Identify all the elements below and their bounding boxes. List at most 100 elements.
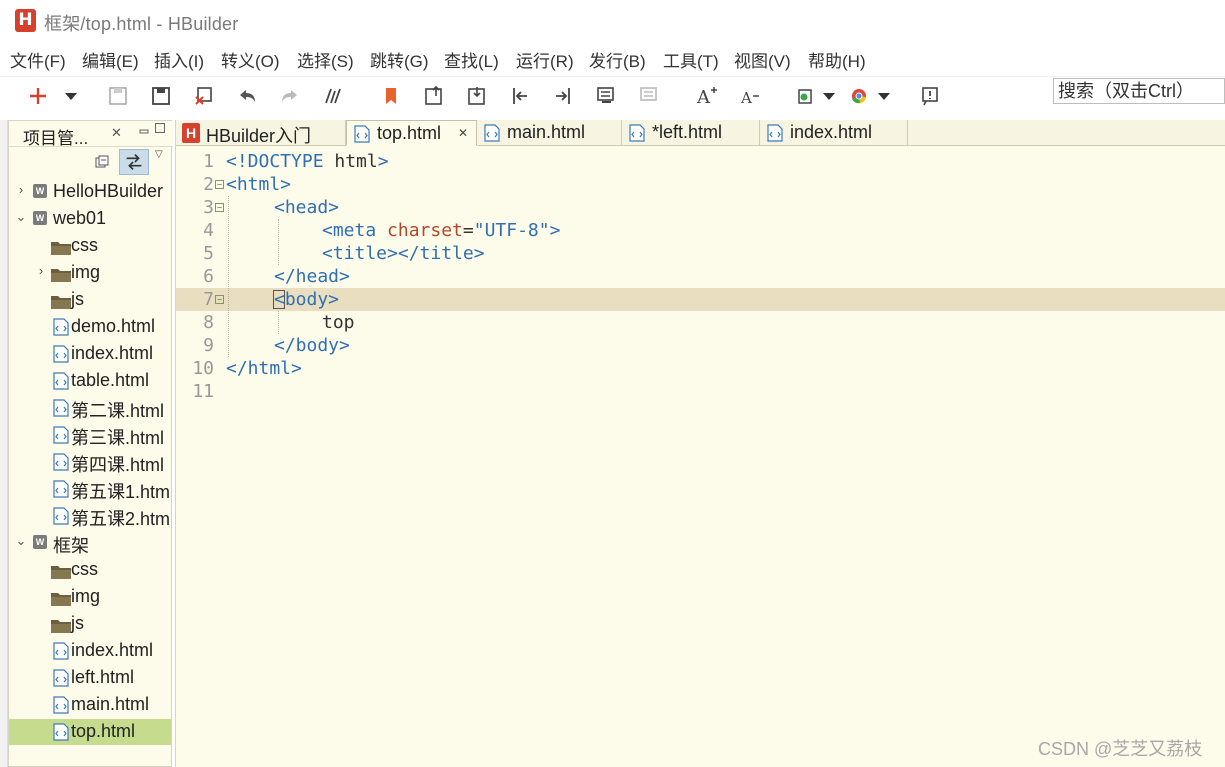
tree-project-item[interactable]: ⌄ W 框架 (9, 530, 171, 556)
menu-insert[interactable]: 插入(I) (154, 47, 204, 72)
menu-file[interactable]: 文件(F) (10, 47, 66, 72)
tree-folder-item[interactable]: css (9, 557, 171, 583)
browser-dropdown-icon[interactable] (873, 85, 895, 107)
close-file-icon[interactable] (193, 85, 215, 107)
web-project-icon: W (33, 184, 47, 198)
code-token: </body> (274, 335, 350, 356)
tree-file-item[interactable]: main.html (9, 692, 171, 718)
html-file-icon (484, 124, 500, 142)
menu-view[interactable]: 视图(V) (734, 47, 791, 72)
run-icon[interactable] (796, 85, 818, 107)
menu-help[interactable]: 帮助(H) (808, 47, 866, 72)
menu-escape[interactable]: 转义(O) (221, 47, 280, 72)
tree-item-label: js (71, 613, 84, 633)
code-area[interactable]: 1 <!DOCTYPE html> 2− <html> 3− <head> 4 <meta c… (176, 146, 1225, 767)
code-line[interactable]: 1 <!DOCTYPE html> (176, 150, 1225, 173)
tree-file-item[interactable]: 第五课2.html (9, 503, 171, 529)
fold-toggle-icon[interactable]: − (215, 180, 224, 189)
code-line[interactable]: 9 </body> (176, 334, 1225, 357)
menu-find[interactable]: 查找(L) (444, 47, 499, 72)
code-line[interactable]: 6 </head> (176, 265, 1225, 288)
tree-file-item[interactable]: demo.html (9, 314, 171, 340)
expand-arrow-icon[interactable]: › (35, 263, 47, 278)
close-icon[interactable]: ✕ (111, 125, 122, 141)
code-token: html (334, 151, 378, 172)
menu-run[interactable]: 运行(R) (516, 47, 574, 72)
undo-icon[interactable] (236, 85, 258, 107)
view-menu-icon[interactable]: ▽ (155, 149, 163, 160)
tree-file-item[interactable]: 第三课.html (9, 422, 171, 448)
indent-guide (278, 311, 279, 334)
format-icon[interactable] (322, 85, 344, 107)
code-line[interactable]: 4 <meta charset="UTF-8"> (176, 219, 1225, 242)
next-edit-icon[interactable] (552, 85, 574, 107)
run-dropdown-icon[interactable] (818, 85, 840, 107)
comment-icon[interactable] (595, 85, 617, 107)
tree-file-item[interactable]: table.html (9, 368, 171, 394)
save-icon[interactable] (107, 85, 129, 107)
code-text: <meta charset="UTF-8"> (322, 219, 560, 242)
prev-edit-icon[interactable] (509, 85, 531, 107)
fold-toggle-icon[interactable]: − (215, 203, 224, 212)
increase-font-icon[interactable]: A (696, 85, 718, 107)
menu-edit[interactable]: 编辑(E) (82, 47, 139, 72)
menu-select[interactable]: 选择(S) (297, 47, 354, 72)
search-input[interactable]: 搜索（双击Ctrl） (1053, 78, 1225, 104)
tree-folder-item[interactable]: js (9, 611, 171, 637)
browser-icon[interactable] (848, 85, 870, 107)
save-all-icon[interactable] (150, 85, 172, 107)
tab-index-html[interactable]: index.html (760, 120, 908, 146)
window-title: 框架/top.html - HBuilder (44, 14, 239, 34)
tree-file-item[interactable]: left.html (9, 665, 171, 691)
go-forward-icon[interactable] (466, 85, 488, 107)
menu-goto[interactable]: 跳转(G) (370, 47, 429, 72)
tab-main-html[interactable]: main.html (477, 120, 622, 146)
tree-item-label: web01 (53, 208, 107, 228)
redo-icon[interactable] (279, 85, 301, 107)
tree-folder-item[interactable]: › img (9, 260, 171, 286)
menu-publish[interactable]: 发行(B) (589, 47, 646, 72)
tab-top-html[interactable]: top.html ✕ (346, 120, 477, 146)
tree-folder-item[interactable]: css (9, 233, 171, 259)
code-line[interactable]: 7− <body> (176, 288, 1225, 311)
tree-folder-item[interactable]: js (9, 287, 171, 313)
collapse-all-icon[interactable] (95, 155, 109, 169)
tab-left-html[interactable]: *left.html (622, 120, 760, 146)
tree-project-item[interactable]: › W HelloHBuilder (9, 179, 171, 205)
code-token: <!DOCTYPE (226, 151, 335, 172)
collapse-arrow-icon[interactable]: ⌄ (15, 209, 27, 225)
collapse-arrow-icon[interactable]: ⌄ (15, 533, 27, 549)
tree-project-item[interactable]: ⌄ Wweb01 (9, 206, 171, 232)
code-line[interactable]: 10 </html> (176, 357, 1225, 380)
go-back-icon[interactable] (423, 85, 445, 107)
bookmark-icon[interactable] (380, 85, 402, 107)
tree-file-item[interactable]: 第五课1.html (9, 476, 171, 502)
code-line[interactable]: 11 (176, 380, 1225, 403)
code-line[interactable]: 3− <head> (176, 196, 1225, 219)
new-icon[interactable] (27, 85, 49, 107)
link-with-editor-icon[interactable] (119, 149, 149, 175)
code-line[interactable]: 8 top (176, 311, 1225, 334)
decrease-font-icon[interactable]: A (739, 85, 761, 107)
code-line[interactable]: 2− <html> (176, 173, 1225, 196)
minimize-icon[interactable] (139, 123, 149, 134)
tab-hbuilder-intro[interactable]: H HBuilder入门 (176, 120, 346, 146)
feedback-icon[interactable] (919, 85, 941, 107)
expand-arrow-icon[interactable]: › (15, 182, 27, 197)
code-line[interactable]: 5 <title></title> (176, 242, 1225, 265)
project-panel-tab[interactable]: 项目管... ✕ (9, 121, 173, 148)
dropdown-icon[interactable] (60, 85, 82, 107)
tree-folder-item[interactable]: img (9, 584, 171, 610)
menu-tools[interactable]: 工具(T) (663, 47, 719, 72)
tree-file-item[interactable]: index.html (9, 638, 171, 664)
tree-file-item[interactable]: 第二课.html (9, 395, 171, 421)
tree-file-item[interactable]: index.html (9, 341, 171, 367)
fold-toggle-icon[interactable]: − (215, 295, 224, 304)
tree-file-item[interactable]: 第四课.html (9, 449, 171, 475)
tab-close-icon[interactable]: ✕ (458, 126, 468, 140)
maximize-icon[interactable] (155, 123, 165, 133)
code-token: </html> (226, 358, 302, 379)
tree-item-label: css (71, 235, 98, 255)
tree-file-item[interactable]: top.html (9, 719, 171, 745)
uncomment-icon[interactable] (638, 85, 660, 107)
